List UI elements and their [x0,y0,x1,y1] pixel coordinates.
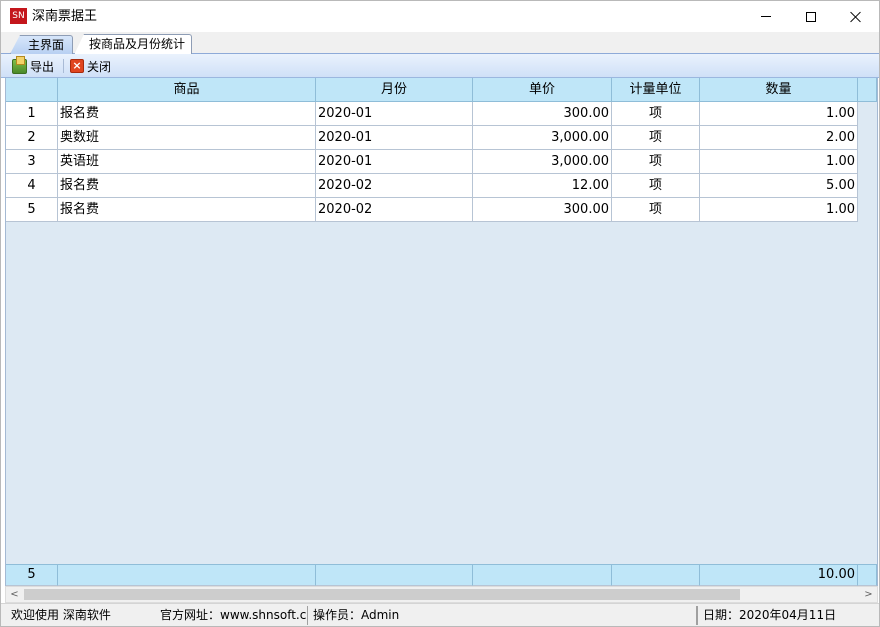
toolbar: 导出 × 关闭 [1,54,879,78]
tab-strip: 主界面 按商品及月份统计 [1,32,879,55]
cell-qty[interactable]: 5.00 [700,174,858,198]
header-price[interactable]: 单价 [473,78,612,102]
minimize-icon [761,16,771,17]
close-tab-button[interactable]: × 关闭 [70,57,111,75]
minimize-button[interactable] [743,1,789,32]
app-logo-icon: SN [10,8,27,24]
row-index[interactable]: 4 [6,174,58,198]
toolbar-separator [63,59,64,73]
table-row[interactable]: 2 奥数班 2020-01 3,000.00 项 2.00 [6,126,877,150]
cell-unit[interactable]: 项 [612,174,700,198]
header-qty[interactable]: 数量 [700,78,858,102]
cell-qty[interactable]: 1.00 [700,102,858,126]
scroll-left-icon[interactable]: < [6,587,23,602]
cell-month[interactable]: 2020-01 [316,150,473,174]
header-index[interactable] [6,78,58,102]
close-x-icon: × [70,59,84,73]
footer-product [58,564,316,586]
cell-product[interactable]: 报名费 [58,198,316,222]
status-operator: 操作员：Admin [308,606,697,625]
close-window-button[interactable] [833,1,879,32]
close-icon [850,11,862,23]
status-date: 日期：2020年04月11日 [697,606,877,625]
cell-price[interactable]: 3,000.00 [473,150,612,174]
cell-qty[interactable]: 1.00 [700,198,858,222]
header-unit[interactable]: 计量单位 [612,78,700,102]
table-row[interactable]: 5 报名费 2020-02 300.00 项 1.00 [6,198,877,222]
cell-price[interactable]: 3,000.00 [473,126,612,150]
cell-month[interactable]: 2020-01 [316,126,473,150]
scroll-right-icon[interactable]: > [860,587,877,602]
table-row[interactable]: 1 报名费 2020-01 300.00 项 1.00 [6,102,877,126]
grid-header-row: 商品 月份 单价 计量单位 数量 [6,78,877,102]
cell-price[interactable]: 300.00 [473,102,612,126]
status-website: 官方网址：www.shnsoft.com [160,608,307,622]
row-index[interactable]: 1 [6,102,58,126]
footer-price [473,564,612,586]
header-month[interactable]: 月份 [316,78,473,102]
row-index[interactable]: 3 [6,150,58,174]
cell-month[interactable]: 2020-02 [316,198,473,222]
cell-month[interactable]: 2020-01 [316,102,473,126]
cell-unit[interactable]: 项 [612,102,700,126]
cell-qty[interactable]: 2.00 [700,126,858,150]
status-welcome: 欢迎使用 深南软件 [11,608,111,622]
export-label: 导出 [30,59,55,74]
app-window: SN 深南票据王 主界面 按商品及月份统计 导出 × 关闭 商品 月份 单价 计… [0,0,880,627]
cell-price[interactable]: 12.00 [473,174,612,198]
table-row[interactable]: 3 英语班 2020-01 3,000.00 项 1.00 [6,150,877,174]
row-index[interactable]: 5 [6,198,58,222]
cell-product[interactable]: 报名费 [58,102,316,126]
footer-unit [612,564,700,586]
title-bar: SN 深南票据王 [1,1,879,32]
window-title: 深南票据王 [32,9,98,24]
horizontal-scrollbar[interactable]: < > [5,586,878,603]
status-panel-info: 欢迎使用 深南软件 官方网址：www.shnsoft.com [6,606,308,625]
header-product[interactable]: 商品 [58,78,316,102]
footer-qty-total: 10.00 [700,564,858,586]
cell-qty[interactable]: 1.00 [700,150,858,174]
cell-month[interactable]: 2020-02 [316,174,473,198]
cell-unit[interactable]: 项 [612,126,700,150]
cell-product[interactable]: 英语班 [58,150,316,174]
cell-product[interactable]: 奥数班 [58,126,316,150]
cell-price[interactable]: 300.00 [473,198,612,222]
table-row[interactable]: 4 报名费 2020-02 12.00 项 5.00 [6,174,877,198]
maximize-icon [806,11,816,22]
footer-count: 5 [6,564,58,586]
footer-filler [858,564,877,586]
data-grid: 商品 月份 单价 计量单位 数量 1 报名费 2020-01 300.00 项 … [5,78,878,586]
cell-unit[interactable]: 项 [612,150,700,174]
maximize-button[interactable] [788,1,834,32]
scrollbar-thumb[interactable] [24,589,740,600]
grid-footer-row: 5 10.00 [6,564,877,586]
cell-product[interactable]: 报名费 [58,174,316,198]
close-label: 关闭 [87,59,112,74]
cell-unit[interactable]: 项 [612,198,700,222]
status-bar: 欢迎使用 深南软件 官方网址：www.shnsoft.com 操作员：Admin… [1,603,879,626]
export-icon [12,55,27,74]
row-index[interactable]: 2 [6,126,58,150]
footer-month [316,564,473,586]
tab-stats-by-product-month[interactable]: 按商品及月份统计 [74,34,192,55]
header-filler [858,78,877,102]
export-button[interactable]: 导出 [12,55,55,75]
tab-main[interactable]: 主界面 [10,35,73,54]
